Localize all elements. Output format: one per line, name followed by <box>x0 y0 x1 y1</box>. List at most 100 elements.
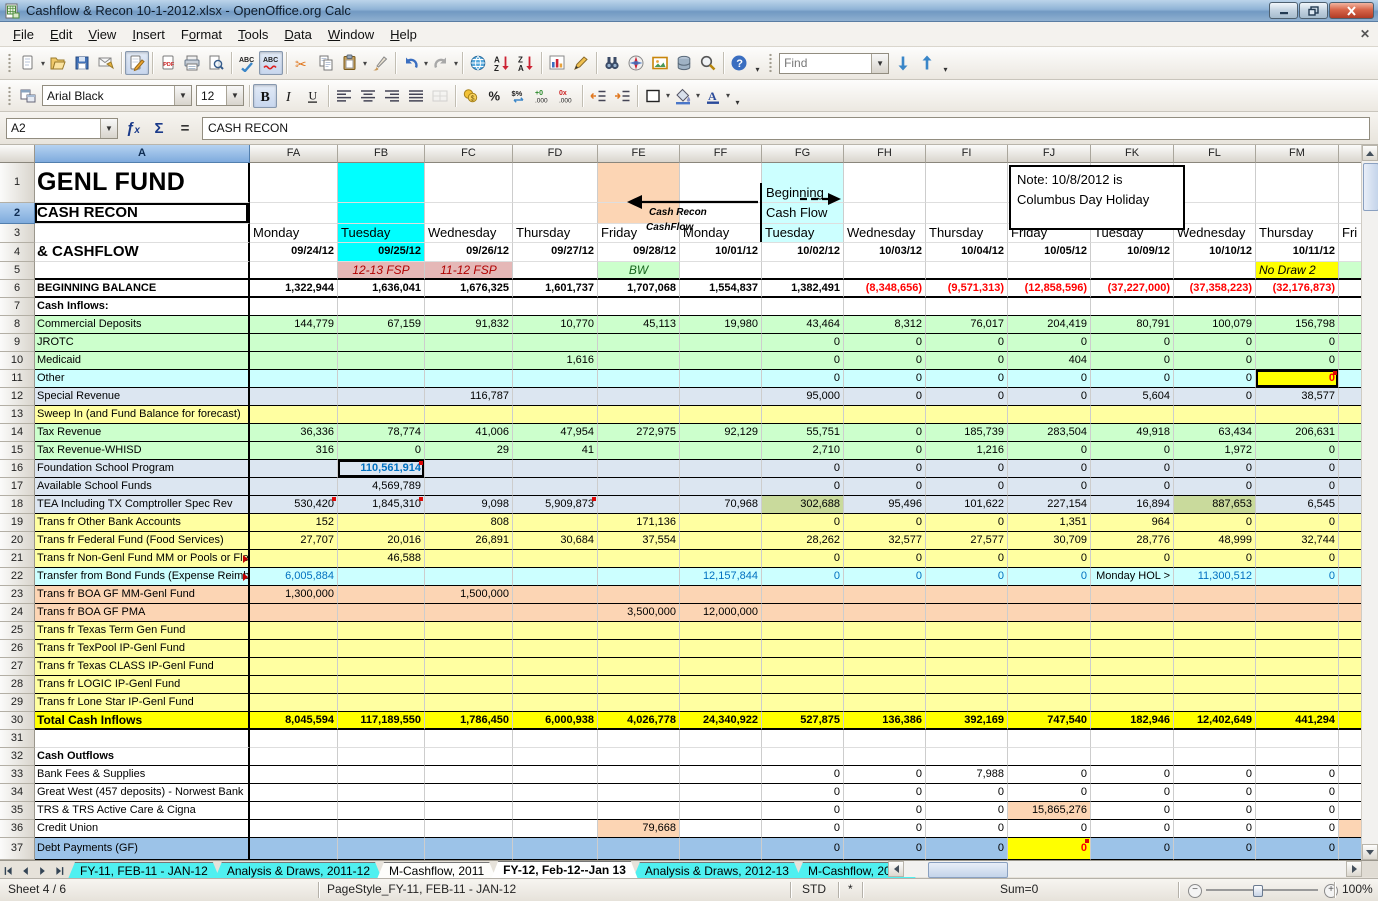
save-button[interactable] <box>70 51 94 75</box>
cell-FL12[interactable]: 0 <box>1174 388 1256 406</box>
help-button[interactable]: ? <box>727 51 751 75</box>
cell-FH23[interactable] <box>844 586 926 604</box>
cell-FK34[interactable]: 0 <box>1091 784 1174 802</box>
cell-FJ5[interactable] <box>1008 262 1091 280</box>
cell-A21[interactable]: Trans fr Non-Genl Fund MM or Pools or Fl… <box>35 550 250 568</box>
cell-FI37[interactable]: 0 <box>926 838 1008 860</box>
cell-FJ20[interactable]: 30,709 <box>1008 532 1091 550</box>
cell-FM3[interactable]: Thursday <box>1256 224 1339 243</box>
cell-FF13[interactable] <box>680 406 762 424</box>
cell-FN12[interactable] <box>1339 388 1362 406</box>
cell-A5[interactable] <box>35 262 250 280</box>
cell-FG12[interactable]: 95,000 <box>762 388 844 406</box>
cell-FB17[interactable]: 4,569,789 <box>338 478 425 496</box>
find-next-button[interactable] <box>891 51 915 75</box>
row-header-12[interactable]: 12 <box>0 388 35 406</box>
cell-FI15[interactable]: 1,216 <box>926 442 1008 460</box>
cell-FN13[interactable] <box>1339 406 1362 424</box>
cell-FM9[interactable]: 0 <box>1256 334 1339 352</box>
styles-button[interactable] <box>16 84 40 108</box>
column-header-FK[interactable]: FK <box>1091 145 1174 163</box>
cell-FI29[interactable] <box>926 694 1008 712</box>
increase-indent-button[interactable] <box>610 84 634 108</box>
edit-file-button[interactable] <box>125 51 149 75</box>
horizontal-scrollbar[interactable] <box>888 861 1362 877</box>
cell-FL25[interactable] <box>1174 622 1256 640</box>
cell-FJ19[interactable]: 1,351 <box>1008 514 1091 532</box>
cell-FM14[interactable]: 206,631 <box>1256 424 1339 442</box>
cell-FM1[interactable] <box>1256 163 1339 203</box>
cell-FM8[interactable]: 156,798 <box>1256 316 1339 334</box>
cell-FB8[interactable]: 67,159 <box>338 316 425 334</box>
toolbar-overflow-button[interactable]: ▾ <box>751 50 764 76</box>
page-style[interactable]: PageStyle_FY-11, FEB-11 - JAN-12 <box>327 879 516 901</box>
cell-FC34[interactable] <box>425 784 513 802</box>
cell-FA11[interactable] <box>250 370 338 388</box>
merge-cells-button[interactable] <box>428 84 452 108</box>
cell-FC22[interactable] <box>425 568 513 586</box>
cell-FF28[interactable] <box>680 676 762 694</box>
cell-FD25[interactable] <box>513 622 598 640</box>
column-header-FE[interactable]: FE <box>598 145 680 163</box>
cell-FM29[interactable] <box>1256 694 1339 712</box>
cell-FH36[interactable]: 0 <box>844 820 926 838</box>
cell-A28[interactable]: Trans fr LOGIC IP-Genl Fund <box>35 676 250 694</box>
font-name-combo[interactable]: Arial Black▼ <box>42 85 192 106</box>
cell-FK11[interactable]: 0 <box>1091 370 1174 388</box>
row-header-18[interactable]: 18 <box>0 496 35 514</box>
cell-FA34[interactable] <box>250 784 338 802</box>
cell-FH6[interactable]: (8,348,656) <box>844 280 926 298</box>
cell-FE35[interactable] <box>598 802 680 820</box>
cell-FM23[interactable] <box>1256 586 1339 604</box>
cell-FF16[interactable] <box>680 460 762 478</box>
number-standard-button[interactable]: $% <box>507 84 531 108</box>
cell-A25[interactable]: Trans fr Texas Term Gen Fund <box>35 622 250 640</box>
cell-FC7[interactable] <box>425 298 513 316</box>
cell-FK29[interactable] <box>1091 694 1174 712</box>
font-name-dropdown-icon[interactable]: ▼ <box>174 86 191 105</box>
cell-FN20[interactable] <box>1339 532 1362 550</box>
font-size-combo[interactable]: 12▼ <box>196 85 244 106</box>
cell-FD19[interactable] <box>513 514 598 532</box>
cell-A9[interactable]: JROTC <box>35 334 250 352</box>
cell-A30[interactable]: Total Cash Inflows <box>35 712 250 730</box>
cell-FG33[interactable]: 0 <box>762 766 844 784</box>
cell-A17[interactable]: Available School Funds <box>35 478 250 496</box>
cell-FE24[interactable]: 3,500,000 <box>598 604 680 622</box>
cell-FI2[interactable] <box>926 203 1008 224</box>
sheet-tab-analysis-draws-2012-13[interactable]: Analysis & Draws, 2012-13 <box>633 862 801 879</box>
cell-FB28[interactable] <box>338 676 425 694</box>
cell-FE16[interactable] <box>598 460 680 478</box>
cell-FE26[interactable] <box>598 640 680 658</box>
row-header-4[interactable]: 4 <box>0 243 35 262</box>
cell-FD30[interactable]: 6,000,938 <box>513 712 598 730</box>
cell-FL14[interactable]: 63,434 <box>1174 424 1256 442</box>
cell-FL26[interactable] <box>1174 640 1256 658</box>
cell-FF23[interactable] <box>680 586 762 604</box>
cell-A1[interactable]: GENL FUND <box>35 163 250 203</box>
column-header-FF[interactable]: FF <box>680 145 762 163</box>
cell-FE8[interactable]: 45,113 <box>598 316 680 334</box>
cell-FE6[interactable]: 1,707,068 <box>598 280 680 298</box>
cell-FJ17[interactable]: 0 <box>1008 478 1091 496</box>
cell-FH25[interactable] <box>844 622 926 640</box>
cell-A18[interactable]: TEA Including TX Comptroller Spec Rev <box>35 496 250 514</box>
scroll-right-button[interactable] <box>1346 861 1362 877</box>
cell-FC15[interactable]: 29 <box>425 442 513 460</box>
cell-FH32[interactable] <box>844 748 926 766</box>
cell-FH15[interactable]: 0 <box>844 442 926 460</box>
cell-FA3[interactable]: Monday <box>250 224 338 243</box>
cell-FN6[interactable] <box>1339 280 1362 298</box>
cell-FF10[interactable] <box>680 352 762 370</box>
cell-FN19[interactable] <box>1339 514 1362 532</box>
copy-button[interactable] <box>314 51 338 75</box>
cell-FH20[interactable]: 32,577 <box>844 532 926 550</box>
cell-FN7[interactable] <box>1339 298 1362 316</box>
row-header-14[interactable]: 14 <box>0 424 35 442</box>
cell-FA24[interactable] <box>250 604 338 622</box>
cell-FN17[interactable] <box>1339 478 1362 496</box>
cell-FI32[interactable] <box>926 748 1008 766</box>
cell-FD34[interactable] <box>513 784 598 802</box>
cell-FM26[interactable] <box>1256 640 1339 658</box>
column-header-FC[interactable]: FC <box>425 145 513 163</box>
